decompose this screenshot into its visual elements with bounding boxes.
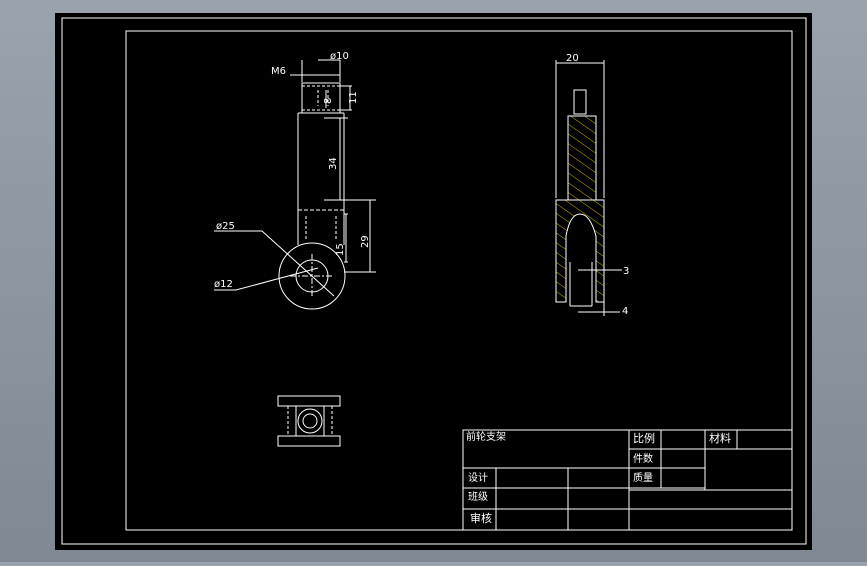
design-label: 设计 — [468, 471, 488, 484]
drawing-background — [55, 13, 812, 550]
weight-label: 质量 — [633, 472, 653, 484]
dim-m6: M6 — [271, 66, 286, 77]
dim-h29: 29 — [360, 235, 371, 248]
part-name: 前轮支架 — [466, 430, 506, 443]
drawing-sheet: M6 ø10 11 8 34 ø25 ø12 15 29 20 3 4 前轮支架… — [55, 13, 812, 550]
class-label: 班级 — [468, 491, 488, 503]
quantity-label: 件数 — [633, 452, 653, 465]
dim-w4: 4 — [622, 306, 628, 317]
cad-viewport[interactable]: M6 ø10 11 8 34 ø25 ø12 15 29 20 3 4 前轮支架… — [0, 0, 867, 562]
section-shaft — [567, 115, 597, 201]
dim-d12: ø12 — [214, 279, 233, 290]
scale-label: 比例 — [633, 431, 655, 445]
dim-h11: 11 — [348, 91, 359, 104]
dim-d25: ø25 — [216, 221, 235, 232]
review-label: 审核 — [470, 511, 492, 525]
dim-w20: 20 — [566, 53, 579, 64]
dim-h34: 34 — [328, 157, 339, 170]
dim-w3: 3 — [623, 266, 629, 277]
material-label: 材料 — [709, 431, 731, 445]
dim-h15: 15 — [335, 243, 346, 256]
dim-d10: ø10 — [330, 51, 349, 62]
dim-h8: 8 — [323, 98, 334, 104]
